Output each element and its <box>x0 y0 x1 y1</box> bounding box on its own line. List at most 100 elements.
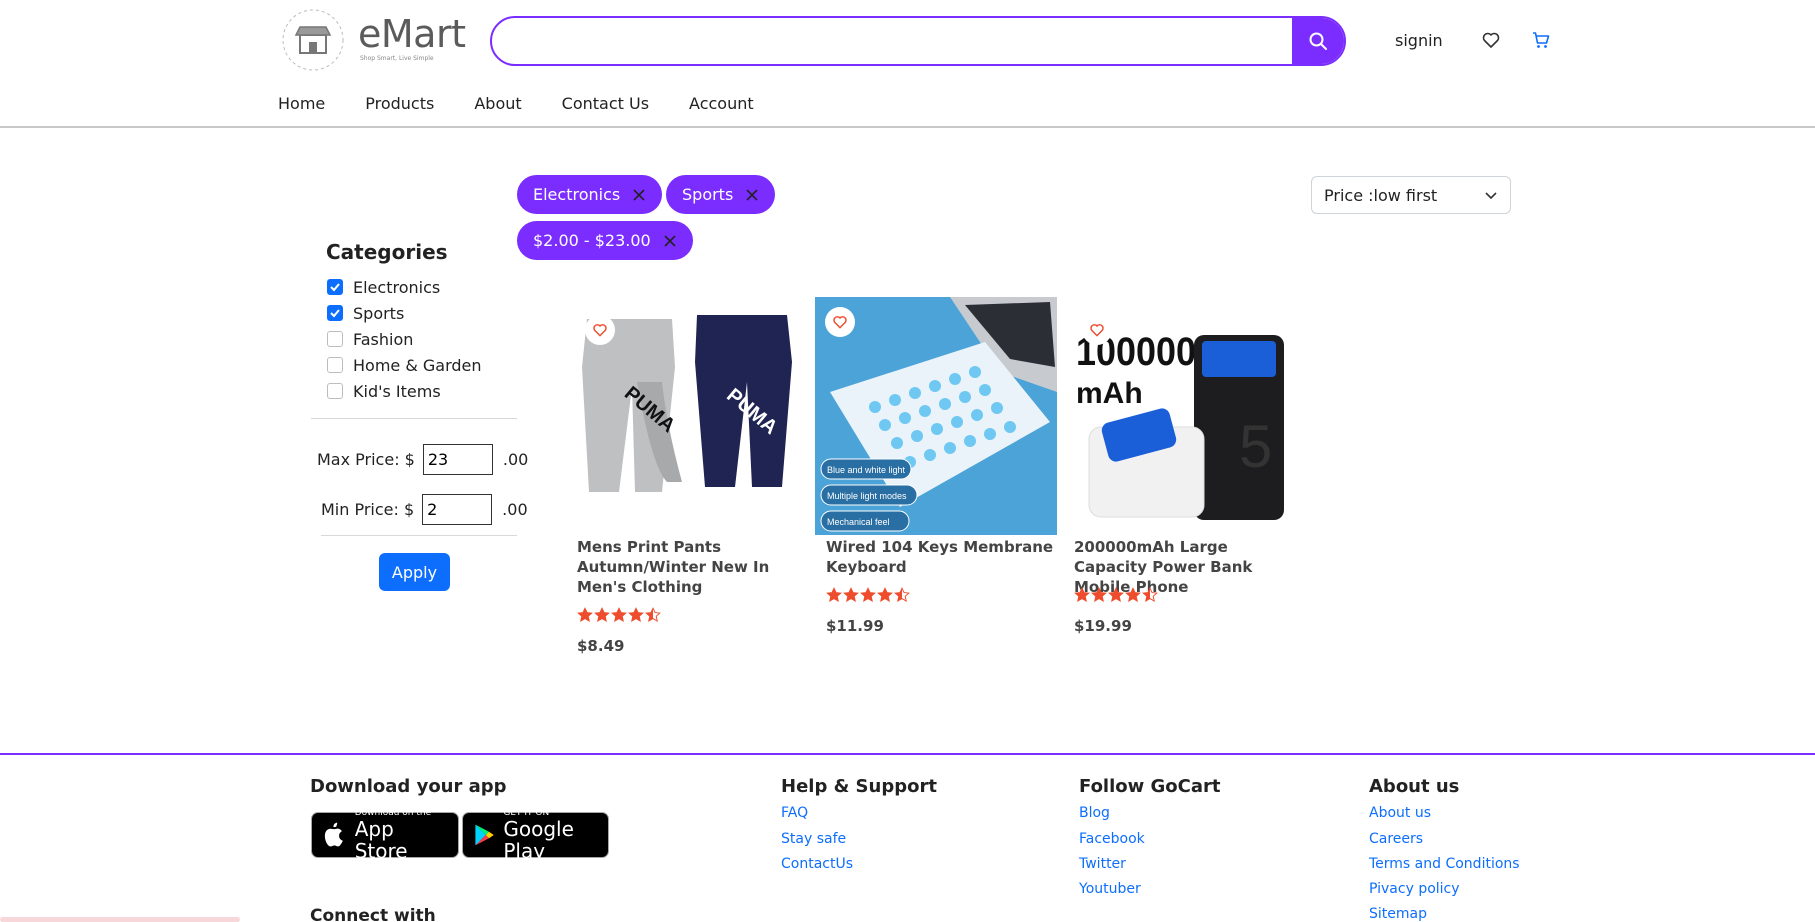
nav-about[interactable]: About <box>474 94 521 113</box>
close-icon[interactable] <box>745 188 759 202</box>
keyboard-label: Blue and white light <box>827 465 906 475</box>
product-name[interactable]: Mens Print Pants Autumn/Winter New In Me… <box>577 537 787 597</box>
main-nav: Home Products About Contact Us Account <box>278 94 754 113</box>
footer-link-privacy[interactable]: Pivacy policy <box>1369 881 1460 897</box>
signin-link[interactable]: signin <box>1395 31 1443 50</box>
heart-icon[interactable] <box>1481 30 1501 50</box>
app-store-badge[interactable]: Download on the App Store <box>311 808 459 862</box>
chip-electronics: Electronics <box>517 175 663 214</box>
category-checkbox[interactable] <box>327 383 343 399</box>
google-play-big: Google Play <box>503 817 574 863</box>
chip-price-range: $2.00 - $23.00 <box>517 221 693 260</box>
footer-divider <box>0 753 1815 755</box>
logo-text: eMart <box>358 12 466 56</box>
footer-follow-title: Follow GoCart <box>1079 776 1221 797</box>
footer-help-title: Help & Support <box>781 776 937 797</box>
footer-link-twitter[interactable]: Twitter <box>1079 856 1126 872</box>
category-list: Electronics Sports Fashion Home & Garden… <box>327 274 482 404</box>
product-name[interactable]: Wired 104 Keys Membrane Keyboard <box>826 537 1056 577</box>
footer-connect-title: Connect with <box>310 906 436 922</box>
category-label: Home & Garden <box>353 355 482 375</box>
category-label: Electronics <box>353 277 441 297</box>
category-fashion[interactable]: Fashion <box>327 326 482 352</box>
search-button[interactable] <box>1292 18 1344 64</box>
category-home-garden[interactable]: Home & Garden <box>327 352 482 378</box>
nav-account[interactable]: Account <box>689 94 754 113</box>
filter-divider <box>311 418 517 419</box>
star-icon <box>628 607 644 623</box>
sort-select[interactable]: Price :low first <box>1311 176 1511 214</box>
logo-tagline: Shop Smart, Live Simple <box>360 55 434 62</box>
categories-title: Categories <box>326 240 448 264</box>
product-rating <box>577 607 661 623</box>
star-icon <box>1142 587 1158 603</box>
chevron-down-icon <box>1485 192 1497 200</box>
footer-link-careers[interactable]: Careers <box>1369 831 1423 847</box>
footer-link-terms[interactable]: Terms and Conditions <box>1369 856 1520 872</box>
star-icon <box>577 607 593 623</box>
app-store-big: App Store <box>354 817 408 863</box>
footer-link-stay-safe[interactable]: Stay safe <box>781 831 846 847</box>
brand-logo[interactable]: eMart Shop Smart, Live Simple <box>278 5 473 75</box>
close-icon[interactable] <box>632 188 646 202</box>
cart-icon[interactable] <box>1531 30 1551 50</box>
heart-icon <box>593 324 607 337</box>
product-image[interactable]: Blue and white light Multiple light mode… <box>815 297 1057 535</box>
google-play-icon <box>475 824 494 846</box>
footer-link-about-us[interactable]: About us <box>1369 805 1431 821</box>
star-icon <box>611 607 627 623</box>
max-price-row: Max Price: $ .00 <box>317 444 528 475</box>
footer-link-sitemap[interactable]: Sitemap <box>1369 906 1427 922</box>
scroll-indicator <box>0 917 240 922</box>
max-price-cents: .00 <box>502 450 529 469</box>
footer-app-title: Download your app <box>310 776 507 797</box>
product-card[interactable]: PUMA PUMA Mens Print Pants Autumn/Winter… <box>577 297 799 667</box>
footer-link-blog[interactable]: Blog <box>1079 805 1110 821</box>
close-icon[interactable] <box>663 234 677 248</box>
nav-products[interactable]: Products <box>365 94 434 113</box>
site-header: eMart Shop Smart, Live Simple signin Hom… <box>0 0 1815 128</box>
max-price-input[interactable] <box>422 444 493 475</box>
min-price-row: Min Price: $ .00 <box>321 494 528 525</box>
chip-sports: Sports <box>666 175 776 214</box>
heart-icon <box>833 316 847 329</box>
category-electronics[interactable]: Electronics <box>327 274 482 300</box>
wishlist-button[interactable] <box>585 315 615 345</box>
category-checkbox[interactable] <box>327 357 343 373</box>
apply-button[interactable]: Apply <box>379 553 450 591</box>
keyboard-label: Multiple light modes <box>827 491 907 501</box>
nav-home[interactable]: Home <box>278 94 325 113</box>
star-icon <box>860 587 876 603</box>
powerbank-unit-text: mAh <box>1076 377 1143 410</box>
footer-link-contactus[interactable]: ContactUs <box>781 856 853 872</box>
chip-label: $2.00 - $23.00 <box>533 231 651 250</box>
footer-link-facebook[interactable]: Facebook <box>1079 831 1145 847</box>
search-input[interactable] <box>492 18 1292 64</box>
product-rating <box>1074 587 1158 603</box>
min-price-cents: .00 <box>502 500 528 519</box>
category-kids-items[interactable]: Kid's Items <box>327 378 482 404</box>
product-rating <box>826 587 910 603</box>
category-sports[interactable]: Sports <box>327 300 482 326</box>
product-card[interactable]: 100000 mAh 5 200000mAh Large Capacity Po… <box>1074 297 1299 667</box>
footer-link-faq[interactable]: FAQ <box>781 805 808 821</box>
min-price-label: Min Price: $ <box>321 500 415 519</box>
star-icon <box>843 587 859 603</box>
wishlist-button[interactable] <box>825 307 855 337</box>
apple-icon <box>324 822 343 847</box>
category-checkbox[interactable] <box>327 279 343 295</box>
category-checkbox[interactable] <box>327 331 343 347</box>
product-price: $11.99 <box>826 617 884 635</box>
min-price-input[interactable] <box>422 494 493 525</box>
category-checkbox[interactable] <box>327 305 343 321</box>
star-icon <box>1108 587 1124 603</box>
product-card[interactable]: Blue and white light Multiple light mode… <box>815 297 1057 667</box>
svg-text:5: 5 <box>1239 413 1272 480</box>
category-label: Fashion <box>353 329 414 349</box>
nav-contact-us[interactable]: Contact Us <box>562 94 649 113</box>
google-play-badge[interactable]: GET IT ON Google Play <box>462 808 609 862</box>
footer-link-youtuber[interactable]: Youtuber <box>1079 881 1141 897</box>
chip-label: Electronics <box>533 185 621 204</box>
wishlist-button[interactable] <box>1082 315 1112 345</box>
star-icon <box>1091 587 1107 603</box>
